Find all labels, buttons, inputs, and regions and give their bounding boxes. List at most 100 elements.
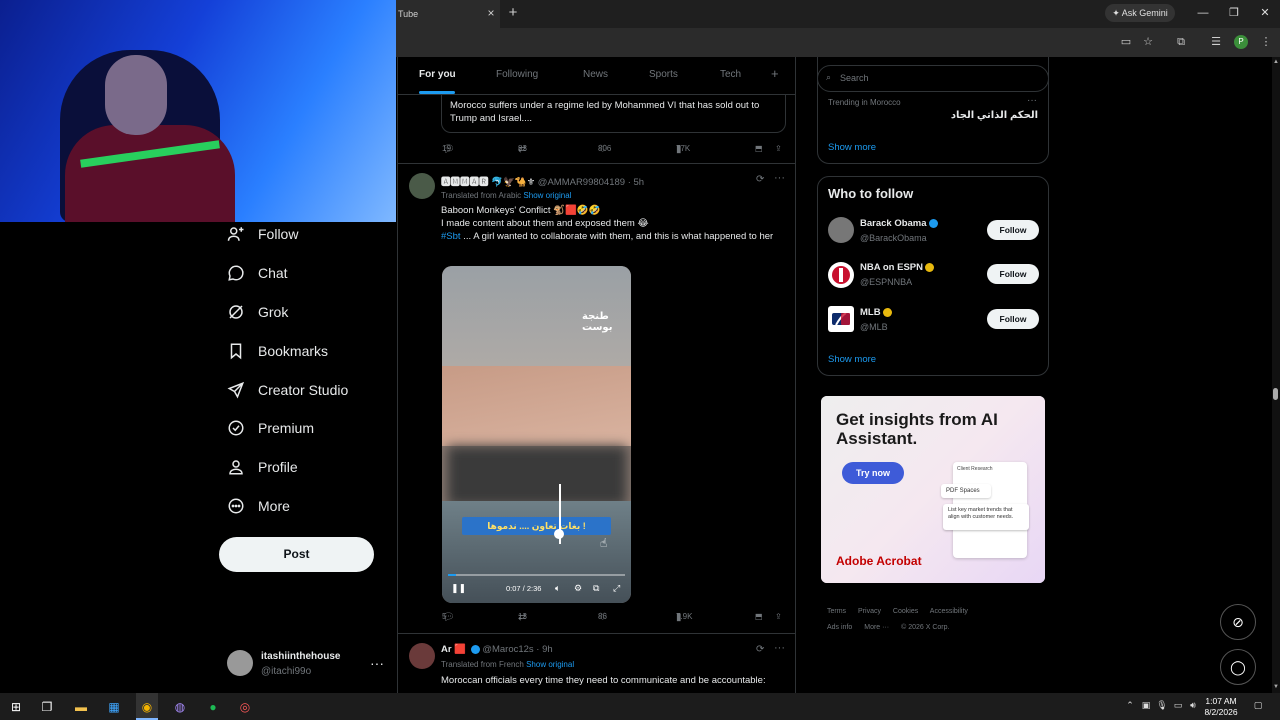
add-tab-icon[interactable]: +	[771, 66, 779, 81]
ad-cta-button[interactable]: Try now	[842, 462, 904, 484]
avatar[interactable]	[227, 650, 253, 676]
bookmark-post-icon[interactable]: ⬒	[755, 144, 763, 153]
post-author-name[interactable]: 🅰🅼🅼🅰🆁 🐬🦅🐪⚜	[441, 177, 535, 188]
cast-icon[interactable]: ▭	[1118, 35, 1134, 49]
windows-start-icon[interactable]: ⊞	[7, 698, 25, 716]
tray-app-icon[interactable]: ▣	[1140, 700, 1152, 712]
fullscreen-icon[interactable]: ⤢	[613, 583, 620, 594]
notifications-icon[interactable]: ▢	[1252, 700, 1264, 712]
grok-floating-button[interactable]: ⊘	[1220, 604, 1256, 640]
follow-button[interactable]: Follow	[987, 220, 1039, 240]
settings-gear-icon[interactable]: ⚙	[574, 583, 582, 594]
clock[interactable]: 1:07 AM 8/2/2026	[1198, 696, 1244, 718]
sidebar-item-follow[interactable]: Follow	[226, 219, 298, 249]
trend-more-icon[interactable]: ···	[1027, 95, 1037, 106]
close-window-button[interactable]: ✕	[1255, 4, 1275, 22]
profile-avatar[interactable]: P	[1234, 35, 1248, 49]
obs-icon[interactable]: ◎	[236, 698, 254, 716]
post-button[interactable]: Post	[219, 537, 374, 572]
post-author-name[interactable]: Ar 🟥	[441, 644, 466, 655]
avatar[interactable]	[828, 262, 854, 288]
new-tab-button[interactable]: +	[505, 4, 521, 22]
sidebar-item-creator-studio[interactable]: Creator Studio	[226, 375, 348, 405]
tab-following[interactable]: Following	[496, 69, 538, 80]
follow-button[interactable]: Follow	[987, 264, 1039, 284]
scroll-up-icon[interactable]: ▲	[1272, 59, 1280, 65]
scrollbar-thumb[interactable]	[1273, 388, 1278, 400]
ask-gemini-label: Ask Gemini	[1121, 8, 1168, 18]
microphone-icon[interactable]: 🎙︎	[1156, 700, 1168, 712]
video-progress-bar[interactable]	[448, 574, 625, 576]
bookmark-post-icon[interactable]: ⬒	[755, 612, 763, 621]
tab-tech[interactable]: Tech	[720, 69, 741, 80]
avatar[interactable]	[828, 306, 854, 332]
file-explorer-icon[interactable]: ▬	[72, 698, 90, 716]
sidebar-item-bookmarks[interactable]: Bookmarks	[226, 336, 328, 366]
account-name[interactable]: itashiinthehouse	[261, 651, 340, 662]
tab-news[interactable]: News	[583, 69, 608, 80]
post-author-handle[interactable]: @AMMAR99804189 · 5h	[538, 177, 644, 188]
footer-link[interactable]: Accessibility	[930, 608, 968, 615]
account-menu-icon[interactable]: ···	[370, 655, 384, 671]
store-icon[interactable]: ▦	[105, 698, 123, 716]
minimize-button[interactable]: —	[1193, 4, 1213, 22]
share-icon[interactable]: ⇪	[775, 144, 782, 153]
page-scrollbar[interactable]	[1272, 57, 1280, 693]
footer-link[interactable]: Cookies	[893, 608, 918, 615]
post-more-icon[interactable]: ···	[774, 642, 785, 654]
scroll-down-icon[interactable]: ▼	[1272, 684, 1280, 690]
sidebar-item-chat[interactable]: Chat	[226, 258, 288, 288]
chat-floating-button[interactable]: ◯	[1220, 649, 1256, 685]
task-view-icon[interactable]: ❐	[38, 698, 56, 716]
volume-slider-knob[interactable]	[554, 529, 564, 539]
chrome-icon[interactable]: ◉	[138, 698, 156, 716]
sponsored-ad[interactable]: Get insights from AI Assistant. Try now …	[821, 396, 1045, 583]
avatar[interactable]	[828, 217, 854, 243]
extensions-icon[interactable]: ⧉	[1173, 35, 1189, 49]
post-author-handle[interactable]: @Maroc12s · 9h	[482, 644, 552, 655]
reading-list-icon[interactable]: ☰	[1208, 35, 1224, 49]
footer-link[interactable]: More ···	[864, 624, 889, 631]
suggested-account-name[interactable]: MLB	[860, 307, 892, 318]
trend-topic[interactable]: الحكم الذاتي الجاد	[900, 110, 1038, 121]
ask-gemini-button[interactable]: ✦ Ask Gemini	[1105, 4, 1175, 22]
network-icon[interactable]: ▭	[1172, 700, 1184, 712]
pause-icon[interactable]: ❚❚	[451, 583, 466, 594]
suggested-account-name[interactable]: NBA on ESPN	[860, 262, 934, 273]
grok-explain-icon[interactable]: ⟳	[756, 174, 764, 185]
sidebar-item-more[interactable]: More	[226, 491, 290, 521]
grok-explain-icon[interactable]: ⟳	[756, 644, 764, 655]
follow-button[interactable]: Follow	[987, 309, 1039, 329]
search-input[interactable]: Search	[817, 65, 1049, 92]
volume-icon[interactable]: 🔈︎	[555, 583, 560, 594]
trending-show-more-link[interactable]: Show more	[828, 142, 876, 153]
post-more-icon[interactable]: ···	[774, 172, 785, 184]
bookmark-star-icon[interactable]: ☆	[1140, 35, 1156, 49]
sidebar-item-grok[interactable]: Grok	[226, 297, 288, 327]
account-name-text: MLB	[860, 307, 881, 318]
tab-for-you[interactable]: For you	[419, 69, 456, 80]
avatar[interactable]	[409, 643, 435, 669]
discord-icon[interactable]: ◍	[171, 698, 189, 716]
who-to-follow-show-more-link[interactable]: Show more	[828, 354, 876, 365]
quoted-post[interactable]: Morocco suffers under a regime led by Mo…	[441, 95, 786, 133]
sidebar-item-premium[interactable]: Premium	[226, 413, 314, 443]
tab-sports[interactable]: Sports	[649, 69, 678, 80]
picture-in-picture-icon[interactable]: ⧉	[593, 583, 599, 594]
footer-link[interactable]: Ads info	[827, 624, 852, 631]
show-original-link[interactable]: Show original	[526, 660, 574, 669]
footer-link[interactable]: Terms	[827, 608, 846, 615]
footer-link[interactable]: Privacy	[858, 608, 881, 615]
restore-button[interactable]: ❐	[1224, 4, 1244, 22]
spotify-icon[interactable]: ●	[204, 698, 222, 716]
browser-menu-icon[interactable]: ⋮	[1258, 35, 1274, 49]
show-original-link[interactable]: Show original	[523, 191, 571, 200]
share-icon[interactable]: ⇪	[775, 612, 782, 621]
hashtag-link[interactable]: #Sbt	[441, 231, 461, 242]
sidebar-item-profile[interactable]: Profile	[226, 452, 298, 482]
avatar[interactable]	[409, 173, 435, 199]
suggested-account-name[interactable]: Barack Obama	[860, 218, 938, 229]
tray-expand-icon[interactable]: ⌃	[1124, 700, 1136, 712]
tab-close-icon[interactable]: ×	[484, 6, 498, 20]
video-player[interactable]: طنجة بوست بغات تعاون .... ندموها ! ❚❚ 0:…	[442, 266, 631, 603]
